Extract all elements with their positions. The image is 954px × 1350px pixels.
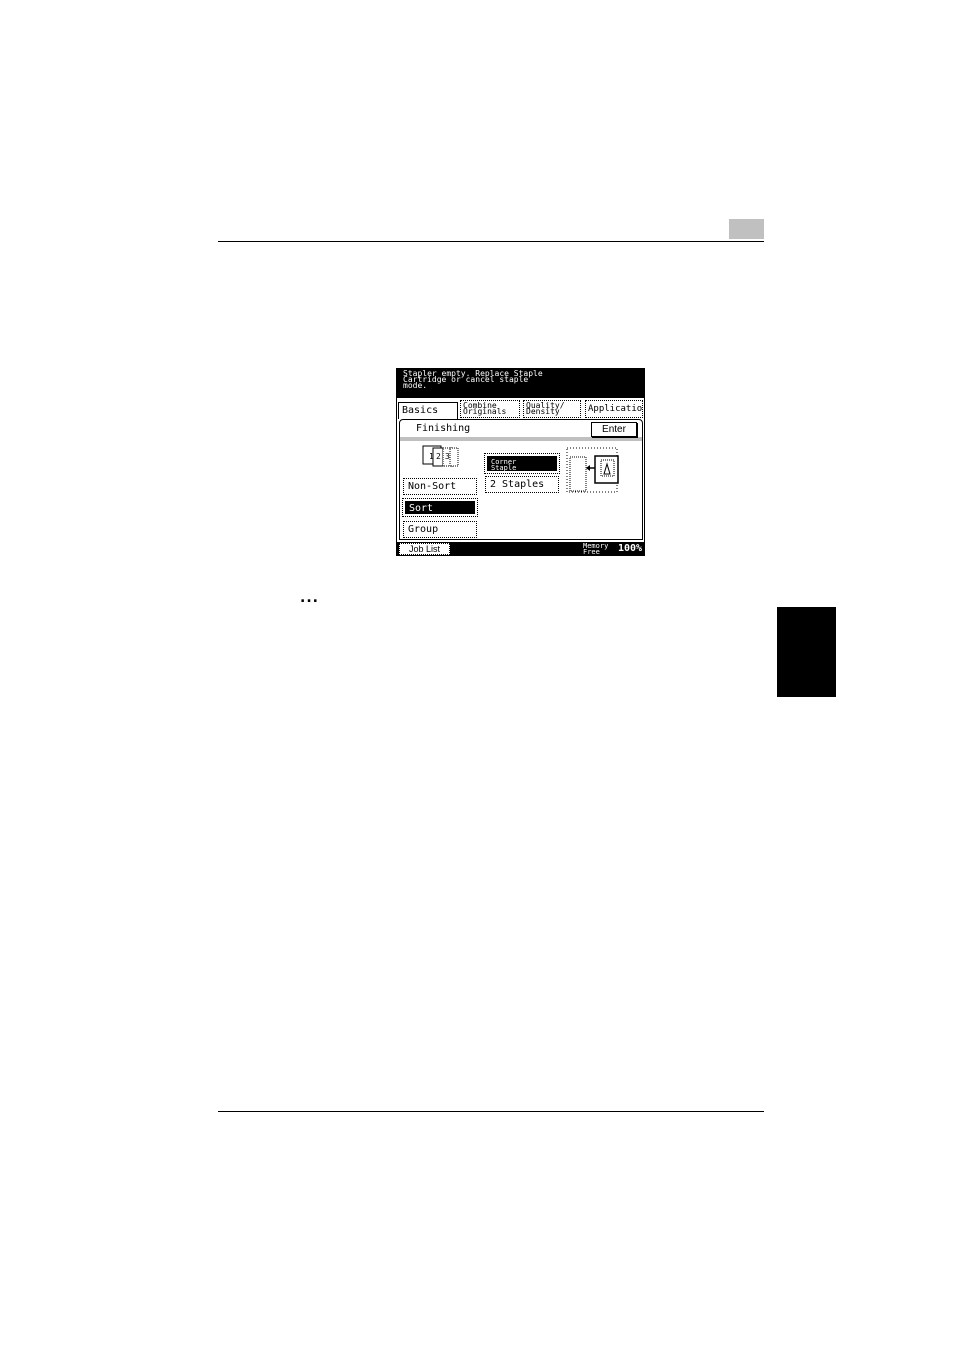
staple-position-icon [566, 447, 619, 493]
chapter-side-tab [777, 607, 836, 697]
job-list-button[interactable]: Job List [399, 543, 450, 555]
svg-text:2: 2 [436, 452, 441, 461]
group-button[interactable]: Group [403, 521, 477, 538]
svg-text:1: 1 [429, 452, 434, 461]
footer-rule [218, 1111, 764, 1112]
collate-icon: 1 2 3 [422, 445, 459, 467]
status-message: Stapler empty. Replace Staple Cartridge … [397, 369, 644, 398]
sort-button[interactable]: Sort [402, 498, 478, 517]
two-staples-button[interactable]: 2 Staples [485, 476, 559, 493]
tab-combine-originals[interactable]: Combine Originals [460, 400, 520, 418]
tab-quality-density[interactable]: Quality/ Density [523, 400, 581, 418]
tab-basics[interactable]: Basics [398, 402, 458, 419]
panel-title: Finishing [416, 423, 471, 434]
bottom-bar: Job List Memory Free 100% [397, 542, 644, 556]
chapter-marker [729, 219, 764, 239]
header-rule [218, 241, 764, 242]
svg-text:3: 3 [445, 452, 450, 461]
memory-free-label: Memory Free [583, 542, 609, 556]
non-sort-button[interactable]: Non-Sort [403, 478, 477, 495]
title-divider [400, 437, 642, 441]
enter-button[interactable]: Enter [591, 422, 637, 437]
tab-application[interactable]: Application [585, 400, 643, 418]
corner-staple-button[interactable]: Corner Staple [484, 453, 560, 474]
memory-free-value: 100% [618, 543, 643, 554]
ellipsis-marker: ... [300, 590, 319, 606]
